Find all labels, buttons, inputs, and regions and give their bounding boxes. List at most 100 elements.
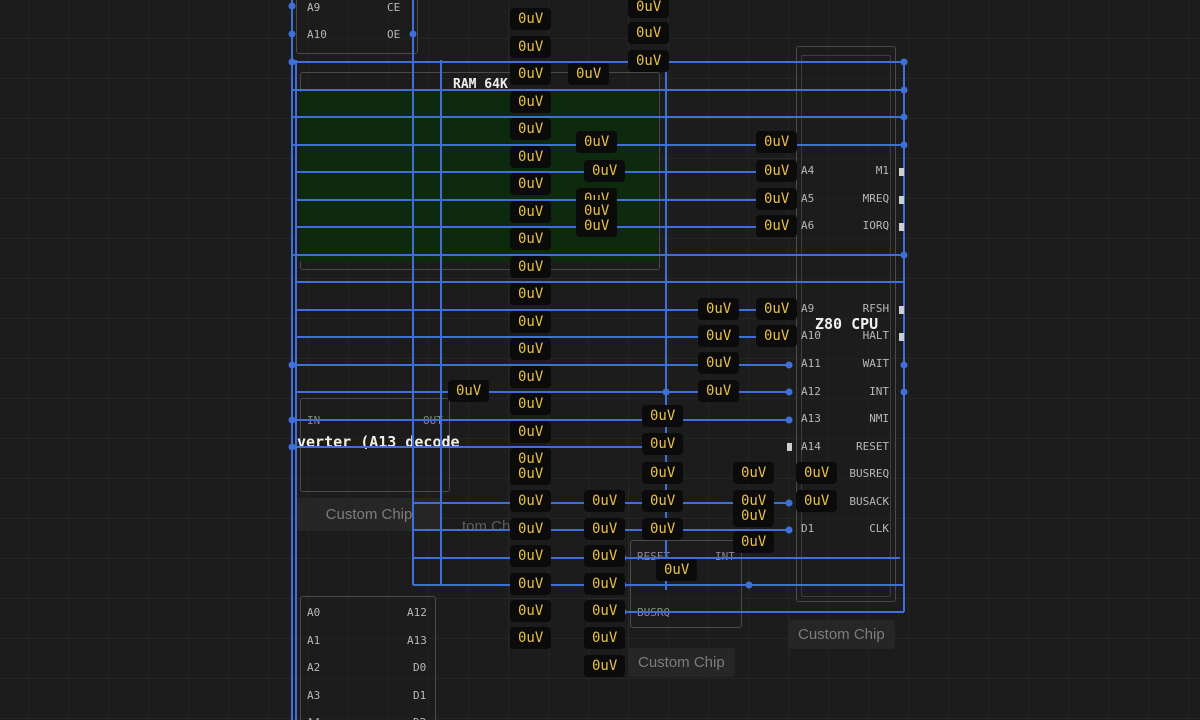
cpu-pin-halt: HALT (862, 329, 890, 342)
cpu-pin-a5: A5 (801, 192, 815, 205)
voltage-probe[interactable]: 0uV (584, 655, 626, 677)
voltage-probe[interactable]: 0uV (510, 463, 552, 485)
wire-junction[interactable] (785, 526, 793, 534)
voltage-probe[interactable]: 0uV (584, 518, 626, 540)
voltage-probe[interactable]: 0uV (642, 462, 684, 484)
circuit-canvas[interactable]: A9 A10 CE OE RAM 64K IN OUT verter (A13 … (0, 0, 1200, 720)
wire-junction[interactable] (900, 388, 908, 396)
voltage-probe[interactable]: 0uV (510, 8, 552, 30)
cpu-pin-iorq: IORQ (862, 219, 890, 232)
wire-junction[interactable] (288, 361, 296, 369)
voltage-probe[interactable]: 0uV (642, 518, 684, 540)
voltage-probe[interactable]: 0uV (510, 490, 552, 512)
voltage-probe[interactable]: 0uV (756, 160, 798, 182)
wire-junction[interactable] (900, 113, 908, 121)
voltage-probe[interactable]: 0uV (448, 380, 490, 402)
voltage-probe[interactable]: 0uV (642, 433, 684, 455)
voltage-probe[interactable]: 0uV (756, 188, 798, 210)
wire-junction[interactable] (662, 388, 670, 396)
voltage-probe[interactable]: 0uV (756, 325, 798, 347)
voltage-probe[interactable]: 0uV (510, 545, 552, 567)
voltage-probe[interactable]: 0uV (510, 36, 552, 58)
wire-junction[interactable] (900, 86, 908, 94)
voltage-probe[interactable]: 0uV (796, 490, 838, 512)
voltage-probe[interactable]: 0uV (733, 505, 775, 527)
voltage-probe[interactable]: 0uV (510, 627, 552, 649)
voltage-probe[interactable]: 0uV (510, 91, 552, 113)
cpu-pin-stub (899, 196, 904, 204)
cpu-pin-stub (899, 306, 904, 314)
wire-junction[interactable] (785, 388, 793, 396)
wire-junction[interactable] (288, 30, 296, 38)
voltage-probe[interactable]: 0uV (510, 600, 552, 622)
voltage-probe[interactable]: 0uV (576, 215, 618, 237)
voltage-probe[interactable]: 0uV (510, 338, 552, 360)
cpu-pin-stub (899, 168, 904, 176)
voltage-probe[interactable]: 0uV (510, 201, 552, 223)
voltage-probe[interactable]: 0uV (628, 22, 670, 44)
voltage-probe[interactable]: 0uV (628, 50, 670, 72)
voltage-probe[interactable]: 0uV (584, 573, 626, 595)
wire-junction[interactable] (288, 443, 296, 451)
wire-junction[interactable] (288, 2, 296, 10)
wire-junction[interactable] (785, 499, 793, 507)
voltage-probe[interactable]: 0uV (510, 518, 552, 540)
wire-junction[interactable] (900, 141, 908, 149)
voltage-probe[interactable]: 0uV (584, 545, 626, 567)
wire-junction[interactable] (409, 30, 417, 38)
voltage-probe[interactable]: 0uV (510, 366, 552, 388)
voltage-probe[interactable]: 0uV (698, 380, 740, 402)
voltage-probe[interactable]: 0uV (698, 352, 740, 374)
cpu-pin-reset: RESET (856, 440, 890, 453)
wire-junction[interactable] (900, 251, 908, 259)
voltage-probe[interactable]: 0uV (510, 421, 552, 443)
wire-junction[interactable] (745, 581, 753, 589)
voltage-probe[interactable]: 0uV (510, 146, 552, 168)
voltage-probe[interactable]: 0uV (733, 462, 775, 484)
voltage-probe[interactable]: 0uV (576, 131, 618, 153)
wire-junction[interactable] (900, 58, 908, 66)
cpu-pin-busack: BUSACK (849, 495, 890, 508)
voltage-probe[interactable]: 0uV (510, 393, 552, 415)
voltage-probe[interactable]: 0uV (510, 283, 552, 305)
wire-junction[interactable] (900, 361, 908, 369)
voltage-probe[interactable]: 0uV (584, 160, 626, 182)
cpu-pin-stub (899, 333, 904, 341)
voltage-probe[interactable]: 0uV (656, 559, 698, 581)
voltage-probe[interactable]: 0uV (584, 600, 626, 622)
cpu-pin-rfsh: RFSH (862, 302, 890, 315)
wire-junction[interactable] (288, 416, 296, 424)
voltage-probe[interactable]: 0uV (698, 298, 740, 320)
wire-junction[interactable] (288, 58, 296, 66)
voltage-probe[interactable]: 0uV (510, 173, 552, 195)
voltage-probe[interactable]: 0uV (628, 0, 670, 18)
voltage-probe[interactable]: 0uV (756, 215, 798, 237)
voltage-probe[interactable]: 0uV (510, 118, 552, 140)
voltage-probe[interactable]: 0uV (756, 298, 798, 320)
voltage-probe[interactable]: 0uV (510, 63, 552, 85)
voltage-probe[interactable]: 0uV (642, 490, 684, 512)
cpu-pin-nmi: NMI (869, 412, 890, 425)
cpu-pin-busreq: BUSREQ (849, 467, 890, 480)
voltage-probe[interactable]: 0uV (733, 531, 775, 553)
voltage-probe[interactable]: 0uV (756, 131, 798, 153)
cpu-pin-stub (787, 443, 792, 451)
cpu-pin-int: INT (869, 385, 890, 398)
cpu-pin-a11: A11 (801, 357, 821, 370)
voltage-probe[interactable]: 0uV (584, 490, 626, 512)
voltage-probe[interactable]: 0uV (796, 462, 838, 484)
voltage-probe[interactable]: 0uV (698, 325, 740, 347)
voltage-probe[interactable]: 0uV (510, 573, 552, 595)
voltage-probe[interactable]: 0uV (568, 63, 610, 85)
voltage-probe[interactable]: 0uV (642, 405, 684, 427)
cpu-pin-a13: A13 (801, 412, 821, 425)
voltage-probe[interactable]: 0uV (510, 311, 552, 333)
voltage-probe[interactable]: 0uV (584, 627, 626, 649)
wire-junction[interactable] (785, 416, 793, 424)
voltage-probe[interactable]: 0uV (510, 256, 552, 278)
cpu-pin-wait: WAIT (862, 357, 890, 370)
voltage-probe[interactable]: 0uV (510, 228, 552, 250)
cpu-pin-a4: A4 (801, 164, 815, 177)
cpu-pin-a6: A6 (801, 219, 815, 232)
wire-junction[interactable] (785, 361, 793, 369)
